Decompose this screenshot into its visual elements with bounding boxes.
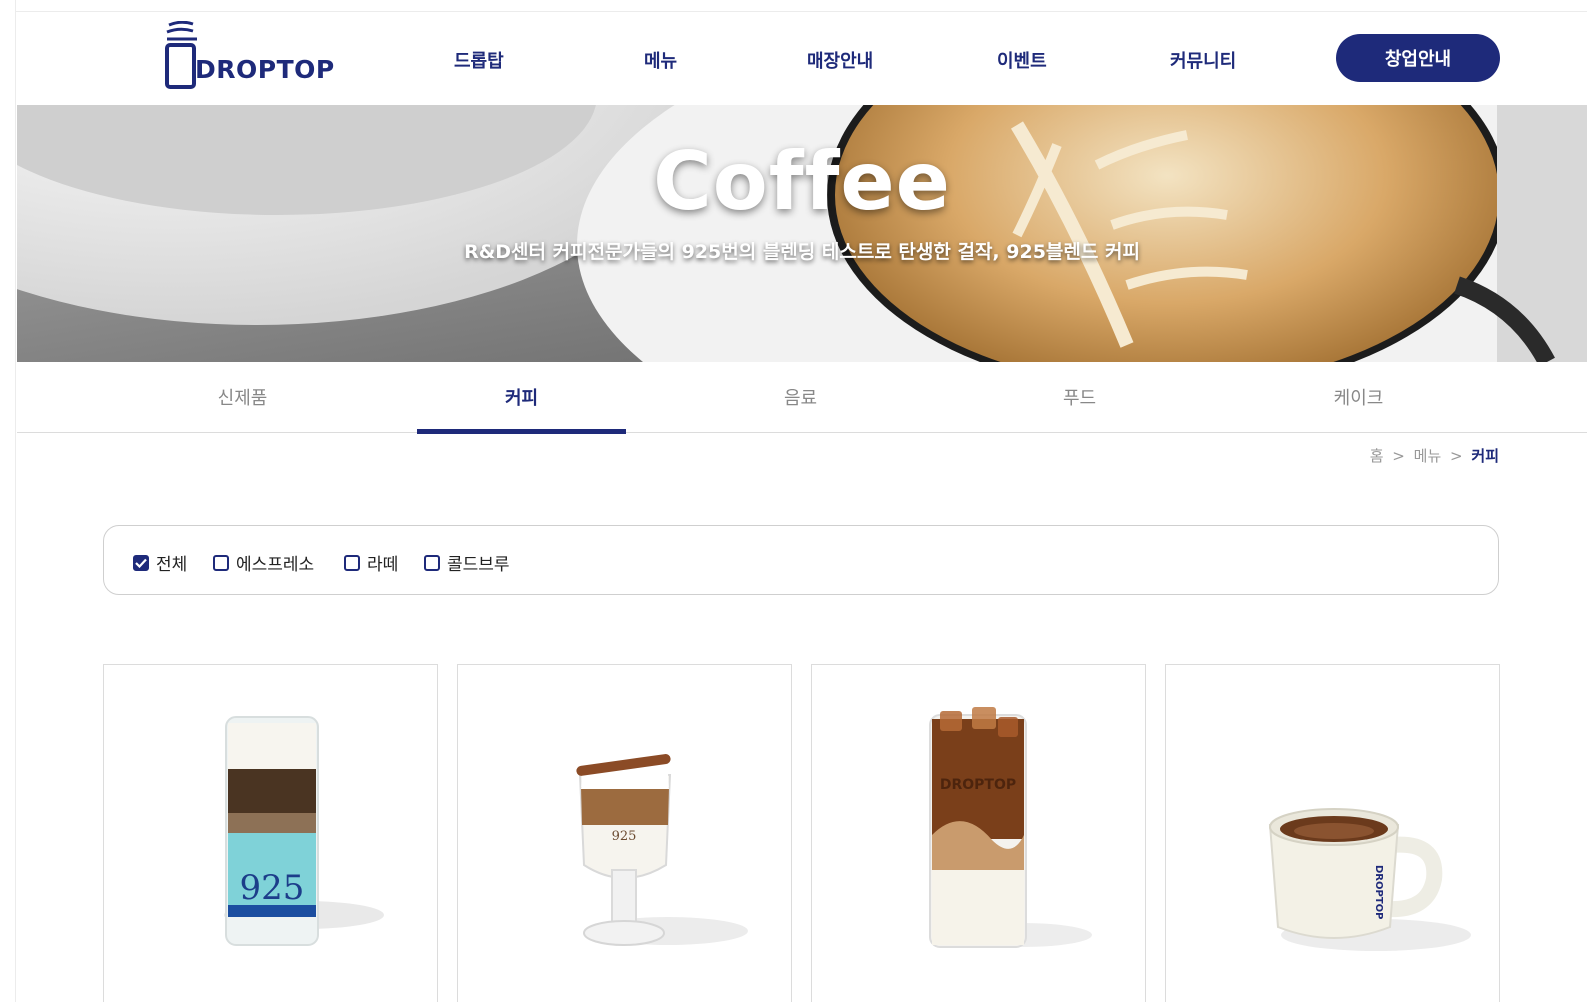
hero-banner: Coffee R&D센터 커피전문가들의 925번의 블렌딩 테스트로 탄생한 … [17,105,1587,362]
logo-wordmark: DROPTOP [195,55,335,84]
window-left-edge [0,0,16,1002]
checkbox-empty-icon [424,554,440,571]
hot-coffee-mug-image: DROPTOP [1268,808,1471,951]
breadcrumb-separator: > [1450,447,1463,465]
breadcrumb-separator: > [1392,447,1405,465]
hero-subtitle: R&D센터 커피전문가들의 925번의 블렌딩 테스트로 탄생한 걸작, 925… [464,241,1140,263]
product-card[interactable]: DROPTOP [1165,664,1500,1002]
tab-new[interactable]: 신제품 [138,362,347,433]
nav-community[interactable]: 커뮤니티 [1170,47,1236,73]
tab-cake[interactable]: 케이크 [1254,362,1463,433]
franchise-button[interactable]: 창업안내 [1336,34,1500,82]
cup-brand-text: DROPTOP [940,777,1016,793]
breadcrumb: 홈 > 메뉴 > 커피 [1370,445,1499,466]
filter-label: 에스프레소 [236,555,315,575]
filter-coldbrew-checkbox[interactable]: 콜드브루 [424,550,510,575]
mug-brand-text: DROPTOP [1373,865,1384,919]
tab-food[interactable]: 푸드 [975,362,1184,433]
page: DROPTOP 드롭탑 메뉴 매장안내 이벤트 커뮤니티 창업안내 Coffee… [0,0,1587,1002]
breadcrumb-current: 커피 [1471,447,1499,465]
cinnamon-latte-glass-image: 925 [576,754,748,946]
tab-coffee[interactable]: 커피 [417,362,626,434]
site-header: DROPTOP 드롭탑 메뉴 매장안내 이벤트 커뮤니티 창업안내 [17,13,1587,105]
droptop-logo[interactable]: DROPTOP [163,20,335,91]
tab-beverage[interactable]: 음료 [696,362,905,433]
product-card[interactable]: 925 [457,664,792,1002]
checkbox-empty-icon [344,554,360,571]
filter-box: 전체 에스프레소 라떼 콜드브루 [103,525,1499,595]
filter-label: 전체 [156,555,188,575]
nav-droptop[interactable]: 드롭탑 [454,47,504,73]
cup-925-text: 925 [612,829,637,844]
window-top-edge [0,0,1587,12]
checkbox-checked-icon [133,554,149,571]
filter-espresso-checkbox[interactable]: 에스프레소 [213,550,314,575]
nav-store-info[interactable]: 매장안내 [807,47,873,73]
product-card[interactable]: 925 [103,664,438,1002]
checkbox-empty-icon [213,554,229,571]
hero-title: Coffee [653,135,951,228]
breadcrumb-home[interactable]: 홈 [1370,447,1384,465]
layered-925-drink-image: 925 [224,716,384,946]
filter-label: 콜드브루 [447,555,510,575]
breadcrumb-menu[interactable]: 메뉴 [1414,447,1442,465]
filter-label: 라떼 [367,555,399,575]
category-tabs: 신제품 커피 음료 푸드 케이크 [17,362,1587,434]
product-card[interactable]: DROPTOP [811,664,1146,1002]
nav-menu[interactable]: 메뉴 [644,47,677,73]
filter-all-checkbox[interactable]: 전체 [133,550,187,575]
filter-latte-checkbox[interactable]: 라떼 [344,550,398,575]
cup-925-text: 925 [240,868,305,908]
iced-latte-glass-image: DROPTOP [929,707,1092,948]
nav-event[interactable]: 이벤트 [997,47,1047,73]
